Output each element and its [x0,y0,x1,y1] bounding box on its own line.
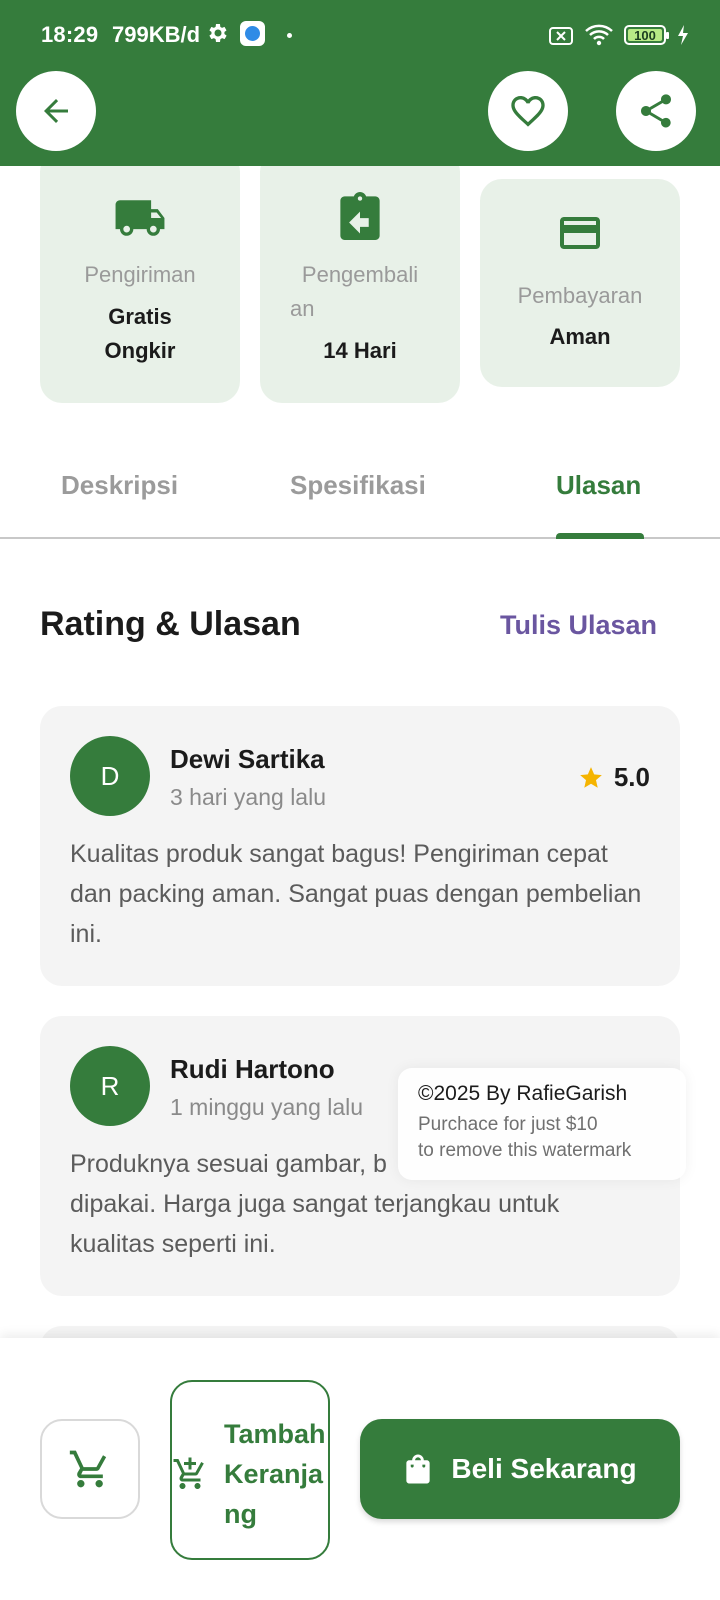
feature-icon-wrap [40,198,240,238]
review-text-line3: kualitas seperti ini. [70,1230,276,1258]
status-bar: 18:29 799KB/d 100 [0,0,720,68]
heart-outline-icon [511,96,545,127]
active-tab-indicator [556,533,644,539]
rating-value: 5.0 [613,762,650,792]
review-text: Kualitas produk sangat bagus! Pengiriman… [70,840,642,948]
favorite-button[interactable] [488,71,568,151]
feature-icon-wrap [480,213,680,253]
review-time: 1 minggu yang lalu [170,1094,364,1120]
star-icon [580,766,602,788]
battery-level: 100 [634,27,656,43]
sim-off-icon [549,27,573,45]
arrow-back-icon [44,99,68,123]
status-time: 18:29 [41,22,99,47]
review-card: D Dewi Sartika 3 hari yang lalu 5.0 Kual… [40,706,680,986]
review-time: 3 hari yang lalu [170,784,326,810]
reviewer-name: Rudi Hartono [170,1054,335,1084]
feature-label-line2: an [290,296,315,321]
watermark-title: ©2025 By RafieGarish [418,1082,628,1105]
settings-gear-icon [209,24,227,42]
cart-icon [69,1450,107,1488]
review-rating: 5.0 [578,762,650,793]
app-notification-icon [240,21,265,46]
reviews-section-title: Rating & Ulasan [40,605,301,643]
buy-now-button[interactable]: Beli Sekarang [360,1419,680,1519]
add-to-cart-button[interactable]: Tambah Keranjang [170,1380,330,1560]
feature-card-payment: Pembayaran Aman [480,179,680,387]
battery-icon: 100 [624,25,669,45]
cart-button[interactable] [40,1419,140,1519]
status-dot [287,33,292,38]
truck-icon [115,200,165,236]
wifi-icon [585,24,613,46]
buy-now-label: Beli Sekarang [451,1453,637,1484]
feature-value: 14 Hari [323,338,397,363]
charging-icon [678,25,688,45]
feature-icon-wrap [260,192,460,240]
feature-card-shipping: Pengiriman Gratis Ongkir [40,150,240,403]
feature-card-return: Pengembali an 14 Hari [260,150,460,403]
feature-value-line2: Ongkir [104,338,176,363]
shopping-bag-icon [406,1454,431,1484]
product-detail-screen: 18:29 799KB/d 100 Pengiriman Gratis Ongk… [0,0,720,1600]
share-button[interactable] [616,71,696,151]
tab-spesifikasi[interactable]: Spesifikasi [290,470,426,501]
review-text-line2: dipakai. Harga juga sangat terjangkau un… [70,1190,560,1218]
return-icon [340,192,380,240]
tab-deskripsi[interactable]: Deskripsi [61,470,178,501]
watermark-overlay: ©2025 By RafieGarish Purchace for just $… [398,1068,686,1180]
avatar: D [70,736,150,816]
tab-ulasan[interactable]: Ulasan [556,470,641,501]
credit-card-icon [560,217,600,249]
feature-value-line1: Gratis [108,304,172,329]
back-button[interactable] [16,71,96,151]
avatar: R [70,1046,150,1126]
watermark-line1: Purchace for just $10 [418,1114,598,1135]
watermark-line2: to remove this watermark [418,1140,632,1161]
feature-value: Aman [549,324,611,349]
share-icon [641,94,671,128]
write-review-link[interactable]: Tulis Ulasan [500,610,657,641]
add-cart-icon [173,1457,204,1489]
app-header: 18:29 799KB/d 100 [0,0,720,166]
feature-label: Pembayaran [517,283,643,308]
feature-label: Pengiriman [84,262,196,287]
product-tabs: Deskripsi Spesifikasi Ulasan [0,450,720,540]
reviewer-name: Dewi Sartika [170,744,325,774]
status-net-speed: 799KB/d [112,22,201,47]
status-right-icons: 100 [548,22,690,48]
feature-label-line1: Pengembali [301,262,419,287]
add-to-cart-label: Tambah Keranjang [224,1419,326,1529]
